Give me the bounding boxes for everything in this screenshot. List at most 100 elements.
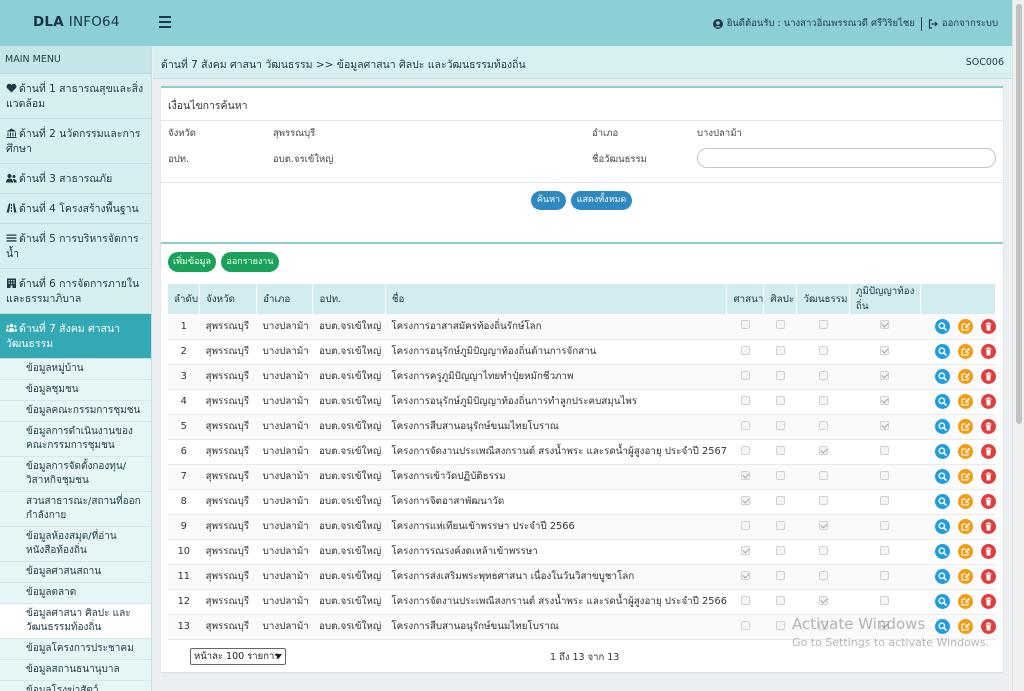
col-culture[interactable]: วัฒนธรรม [796,284,850,314]
religion-checkbox[interactable] [740,395,750,405]
sidebar-subitem[interactable]: ข้อมูลคณะกรรมการชุมชน [0,401,151,422]
view-search-icon[interactable] [934,369,950,384]
edit-icon[interactable] [957,369,973,384]
edit-icon[interactable] [957,544,973,559]
delete-trash-icon[interactable] [980,444,996,459]
sidebar-section-2[interactable]: ด้านที่ 2 นวัตกรรมและการศึกษา [0,119,151,164]
search-button[interactable]: ค้นหา [531,191,566,210]
view-search-icon[interactable] [934,494,950,509]
culture-checkbox[interactable] [818,545,828,555]
edit-icon[interactable] [957,519,973,534]
local-wisdom-checkbox[interactable] [880,395,890,405]
sidebar-section-5[interactable]: ด้านที่ 5 การบริหารจัดการน้ำ [0,224,151,269]
art-checkbox[interactable] [775,545,785,555]
view-search-icon[interactable] [934,544,950,559]
religion-checkbox[interactable] [740,595,750,605]
culture-checkbox[interactable] [818,470,828,480]
culture-checkbox[interactable] [818,370,828,380]
sidebar-subitem[interactable]: ข้อมูลโรงฆ่าสัตว์ [0,681,151,691]
sidebar-section-6[interactable]: ด้านที่ 6 การจัดการภายในและธรรมาภิบาล [0,269,151,314]
local-wisdom-checkbox[interactable] [880,445,890,455]
local-wisdom-checkbox[interactable] [880,570,890,580]
sidebar-subitem[interactable]: ข้อมูลศาสนสถาน [0,562,151,583]
local-wisdom-checkbox[interactable] [880,495,890,505]
show-all-button[interactable]: แสดงทั้งหมด [571,191,632,210]
art-checkbox[interactable] [775,445,785,455]
art-checkbox[interactable] [775,470,785,480]
local-wisdom-checkbox[interactable] [880,470,890,480]
sidebar-subitem[interactable]: ข้อมูลโครงการประชาคม [0,639,151,660]
sidebar-subitem[interactable]: ข้อมูลสถานธนานุบาล [0,660,151,681]
view-search-icon[interactable] [934,444,950,459]
religion-checkbox[interactable] [740,495,750,505]
art-checkbox[interactable] [775,570,785,580]
col-province[interactable]: จังหวัด [199,284,258,314]
hamburger-menu-icon[interactable] [159,16,171,28]
col-local-wisdom[interactable]: ภูมิปัญญาท้องถิ่น [849,284,922,314]
delete-trash-icon[interactable] [980,619,996,634]
religion-checkbox[interactable] [740,570,750,580]
scrollbar-thumb[interactable] [1016,4,1022,424]
edit-icon[interactable] [957,469,973,484]
view-search-icon[interactable] [934,394,950,409]
art-checkbox[interactable] [775,520,785,530]
view-search-icon[interactable] [934,594,950,609]
local-wisdom-checkbox[interactable] [880,320,890,330]
local-wisdom-checkbox[interactable] [880,545,890,555]
col-district[interactable]: อำเภอ [256,284,314,314]
edit-icon[interactable] [957,419,973,434]
sidebar-subitem[interactable]: ข้อมูลห้องสมุด/ที่อ่านหนังสือท้องถิ่น [0,527,151,562]
local-wisdom-checkbox[interactable] [880,420,890,430]
culture-checkbox[interactable] [818,320,828,330]
view-search-icon[interactable] [934,569,950,584]
sidebar-subitem[interactable]: ข้อมูลศาสนา ศิลปะ และวัฒนธรรมท้องถิ่น [0,604,151,639]
culture-checkbox[interactable] [818,495,828,505]
sidebar-section-3[interactable]: ด้านที่ 3 สาธารณภัย [0,164,151,194]
delete-trash-icon[interactable] [980,519,996,534]
view-search-icon[interactable] [934,344,950,359]
col-religion[interactable]: ศาสนา [726,284,765,314]
art-checkbox[interactable] [775,395,785,405]
art-checkbox[interactable] [775,595,785,605]
view-search-icon[interactable] [934,619,950,634]
logout-link[interactable]: ออกจากระบบ [942,16,998,31]
art-checkbox[interactable] [775,320,785,330]
art-checkbox[interactable] [775,345,785,355]
edit-icon[interactable] [957,444,973,459]
delete-trash-icon[interactable] [980,394,996,409]
culture-name-input[interactable] [697,148,996,168]
delete-trash-icon[interactable] [980,469,996,484]
sidebar-subitem[interactable]: ข้อมูลหมู่บ้าน [0,359,151,380]
religion-checkbox[interactable] [740,520,750,530]
culture-checkbox[interactable] [818,445,828,455]
edit-icon[interactable] [957,594,973,609]
local-wisdom-checkbox[interactable] [880,595,890,605]
delete-trash-icon[interactable] [980,369,996,384]
edit-icon[interactable] [957,494,973,509]
sidebar-subitem[interactable]: ข้อมูลชุมชน [0,380,151,401]
logout-icon[interactable] [928,18,938,29]
delete-trash-icon[interactable] [980,569,996,584]
art-checkbox[interactable] [775,495,785,505]
delete-trash-icon[interactable] [980,318,996,334]
view-search-icon[interactable] [934,419,950,434]
sidebar-subitem[interactable]: ข้อมูลตลาด [0,583,151,604]
local-wisdom-checkbox[interactable] [880,370,890,380]
col-no[interactable]: ลำดับ [168,284,201,314]
col-org[interactable]: อปท. [312,284,386,314]
delete-trash-icon[interactable] [980,344,996,359]
sidebar-section-1[interactable]: ด้านที่ 1 สาธารณสุขและสิ่งแวดล้อม [0,74,151,119]
art-checkbox[interactable] [775,620,785,630]
culture-checkbox[interactable] [818,595,828,605]
sidebar-subitem[interactable]: สวนสาธารณะ/สถานที่ออกกำลังกาย [0,492,151,527]
culture-checkbox[interactable] [818,345,828,355]
edit-icon[interactable] [957,569,973,584]
edit-icon[interactable] [957,394,973,409]
religion-checkbox[interactable] [740,320,750,330]
religion-checkbox[interactable] [740,445,750,455]
sidebar-section-7[interactable]: ด้านที่ 7 สังคม ศาสนา วัฒนธรรม [0,314,151,359]
sidebar-section-4[interactable]: ด้านที่ 4 โครงสร้างพื้นฐาน [0,194,151,224]
view-search-icon[interactable] [934,469,950,484]
brand-logo[interactable]: DLA INFO64 [33,14,120,30]
col-art[interactable]: ศิลปะ [763,284,798,314]
